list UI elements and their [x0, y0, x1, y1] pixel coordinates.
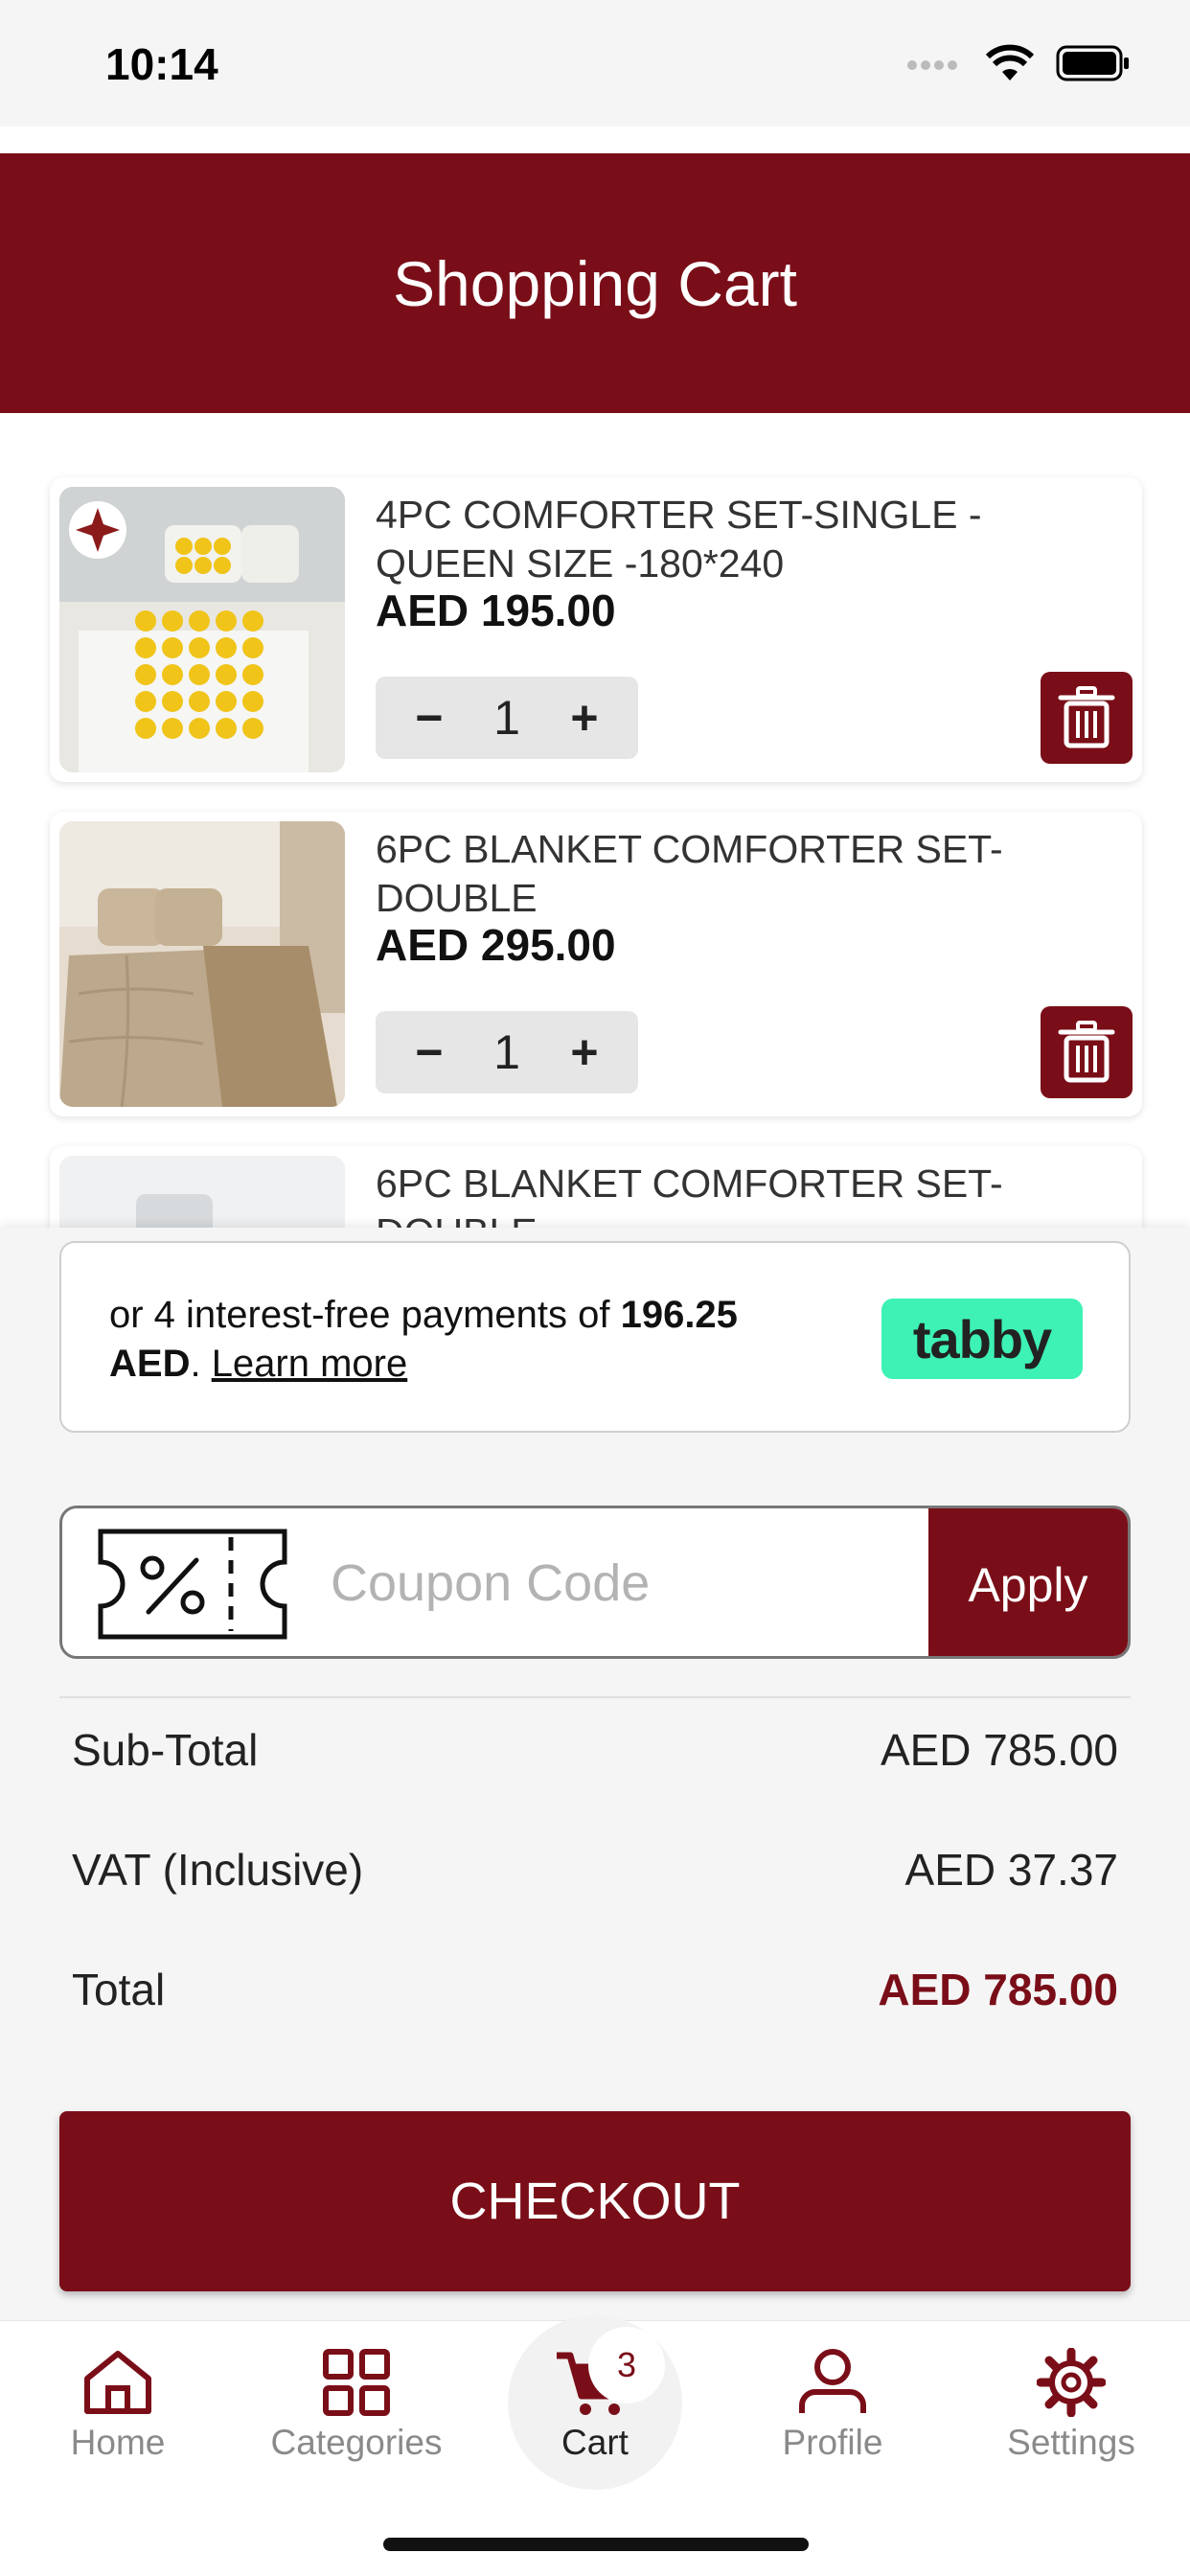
total-row: Total AED 785.00: [72, 1964, 1118, 2015]
subtotal-label: Sub-Total: [72, 1725, 259, 1775]
product-price: AED 295.00: [376, 920, 616, 970]
tabby-amount: 196.25: [620, 1294, 738, 1336]
tab-settings[interactable]: Settings: [966, 2348, 1177, 2463]
wifi-icon: [985, 44, 1035, 80]
battery-icon: [1056, 45, 1129, 81]
tabby-text: or 4 interest-free payments of 196.25 AED…: [109, 1294, 738, 1385]
apply-coupon-button[interactable]: Apply: [928, 1508, 1128, 1656]
tab-label: Settings: [1007, 2423, 1135, 2462]
tab-categories[interactable]: Categories: [251, 2348, 462, 2463]
product-name: 6PC BLANKET COMFORTER SET-DOUBLE: [376, 1162, 1003, 1228]
subtotal-row: Sub-Total AED 785.00: [72, 1724, 1118, 1776]
cart-item[interactable]: 6PC BLANKET COMFORTER SET-DOUBLE AED 295…: [50, 812, 1142, 1116]
home-indicator: [383, 2538, 809, 2551]
vat-label: VAT (Inclusive): [72, 1845, 364, 1895]
shopping-cart-screen: 10:14 Shopping Cart 4PC COMFORTER SET-SI…: [0, 0, 1190, 2576]
tabby-currency: AED: [109, 1343, 191, 1385]
product-image: [59, 821, 345, 1107]
decrease-qty-button[interactable]: −: [410, 1024, 448, 1080]
tab-profile[interactable]: Profile: [727, 2348, 938, 2463]
quantity-stepper: − 1 +: [376, 677, 638, 759]
product-price: AED 195.00: [376, 586, 616, 635]
tab-label: Profile: [782, 2423, 883, 2462]
categories-icon: [323, 2349, 390, 2416]
home-icon: [84, 2351, 151, 2414]
status-time: 10:14: [105, 39, 218, 89]
quantity-value: 1: [493, 691, 520, 745]
tab-label: Cart: [561, 2423, 629, 2462]
tab-label: Home: [70, 2423, 166, 2462]
product-name: 4PC COMFORTER SET-SINGLE - QUEEN SIZE -1…: [376, 493, 982, 586]
quantity-value: 1: [493, 1025, 520, 1079]
total-label: Total: [72, 1965, 166, 2014]
learn-more-link[interactable]: Learn more: [212, 1343, 408, 1385]
delete-item-button[interactable]: [1041, 672, 1133, 764]
status-bar: 10:14: [0, 0, 1190, 153]
checkout-summary-panel: or 4 interest-free payments of 196.25 AED…: [0, 1228, 1190, 2320]
product-name: 6PC BLANKET COMFORTER SET-DOUBLE: [376, 827, 1003, 920]
vat-row: VAT (Inclusive) AED 37.37: [72, 1844, 1118, 1896]
status-icons: [906, 44, 1131, 82]
cart-count-badge: 3: [588, 2327, 665, 2404]
cart-item[interactable]: 6PC BLANKET COMFORTER SET-DOUBLE: [50, 1146, 1142, 1228]
status-divider: [0, 126, 1190, 153]
tabby-banner: or 4 interest-free payments of 196.25 AED…: [59, 1241, 1131, 1433]
tab-home[interactable]: Home: [12, 2348, 223, 2463]
trash-icon: [1058, 686, 1115, 748]
app-header: Shopping Cart: [0, 153, 1190, 413]
checkout-button[interactable]: CHECKOUT: [59, 2111, 1131, 2291]
coupon-input[interactable]: [331, 1537, 944, 1629]
product-image: [59, 1156, 345, 1228]
subtotal-value: AED 785.00: [880, 1725, 1118, 1775]
increase-qty-button[interactable]: +: [565, 690, 604, 746]
cart-items-list[interactable]: 4PC COMFORTER SET-SINGLE - QUEEN SIZE -1…: [0, 413, 1190, 1228]
summary-divider: [59, 1696, 1131, 1698]
total-value: AED 785.00: [878, 1965, 1118, 2014]
profile-icon: [799, 2349, 866, 2413]
coupon-field: Apply: [59, 1506, 1131, 1659]
product-image: [59, 487, 345, 772]
delete-item-button[interactable]: [1041, 1006, 1133, 1098]
vat-value: AED 37.37: [904, 1845, 1118, 1895]
trash-icon: [1058, 1021, 1115, 1083]
tabby-logo: tabby: [881, 1299, 1083, 1379]
page-title: Shopping Cart: [393, 247, 797, 319]
decrease-qty-button[interactable]: −: [410, 690, 448, 746]
increase-qty-button[interactable]: +: [565, 1024, 604, 1080]
quantity-stepper: − 1 +: [376, 1011, 638, 1093]
signal-icon: [907, 60, 957, 70]
tab-label: Categories: [270, 2423, 443, 2462]
cart-item[interactable]: 4PC COMFORTER SET-SINGLE - QUEEN SIZE -1…: [50, 477, 1142, 782]
settings-icon: [1037, 2348, 1106, 2417]
coupon-icon: [98, 1529, 287, 1640]
